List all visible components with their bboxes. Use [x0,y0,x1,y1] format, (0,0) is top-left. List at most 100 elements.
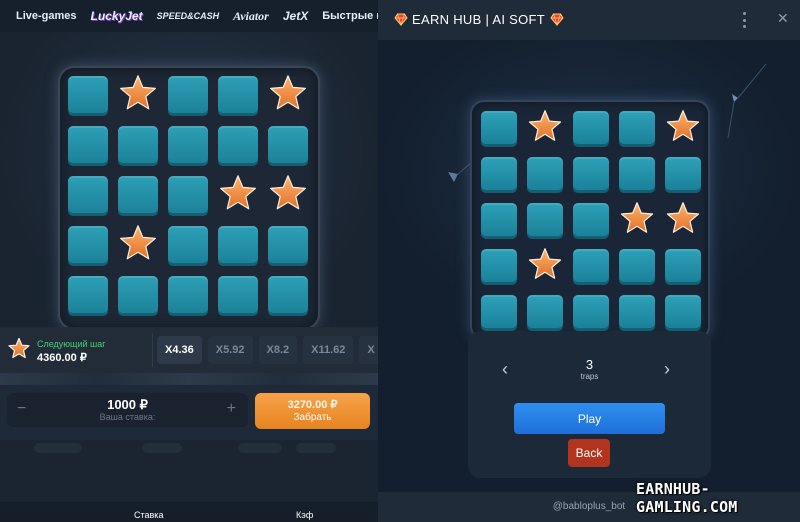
star-icon [219,174,257,218]
star-icon [119,74,157,118]
hidden-tile[interactable] [168,226,208,266]
hidden-tile[interactable] [268,226,308,266]
site-watermark: EARNHUB-GAMLING.COM [636,480,738,516]
nav-item-fast-games[interactable]: Быстрые игры [322,10,378,22]
heart-gem-icon [550,12,564,31]
hidden-tile[interactable] [573,203,609,239]
hidden-tile[interactable] [619,157,655,193]
revealed-star-tile[interactable] [268,74,308,118]
right-tile-grid [481,109,701,331]
hidden-tile[interactable] [68,126,108,166]
hidden-tile[interactable] [527,203,563,239]
hidden-tile[interactable] [218,126,258,166]
next-step-value: 4360.00 ₽ [37,352,87,364]
hidden-tile[interactable] [573,249,609,285]
right-bot-app: EARN HUB | AI SOFT ✕ ‹ 3 traps › Play Ba… [378,0,800,522]
multiplier-chip: X [359,336,378,364]
revealed-star-tile[interactable] [527,247,563,287]
multiplier-chip: X8.2 [258,336,298,364]
star-icon [666,201,700,241]
collect-button[interactable]: 3270.00 ₽ Забрать [255,393,370,429]
hidden-tile[interactable] [481,157,517,193]
hidden-tile[interactable] [268,126,308,166]
next-step-label: Следующий шаг [37,339,106,349]
hidden-tile[interactable] [68,176,108,216]
hidden-tile[interactable] [527,295,563,331]
star-icon [620,201,654,241]
hidden-tile[interactable] [218,276,258,316]
bet-panel: − 1000 ₽ Ваша ставка: + 3270.00 ₽ Забрат… [0,385,378,440]
hidden-tile[interactable] [168,176,208,216]
revealed-star-tile[interactable] [118,74,158,118]
close-icon[interactable]: ✕ [777,10,789,27]
hidden-tile[interactable] [481,203,517,239]
hidden-tile[interactable] [619,249,655,285]
hidden-tile[interactable] [665,157,701,193]
nav-item-jetx[interactable]: JetX [283,9,308,23]
hidden-tile[interactable] [68,276,108,316]
next-step-bar: Следующий шаг 4360.00 ₽ X4.36 X5.92 X8.2 X1… [0,327,378,373]
play-button[interactable]: Play [514,403,665,434]
hidden-tile[interactable] [481,249,517,285]
nav-item-aviator[interactable]: Aviator [233,9,269,24]
nav-item-luckyjet[interactable]: LuckyJet [91,9,143,23]
revealed-star-tile[interactable] [527,109,563,147]
bet-input[interactable]: − 1000 ₽ Ваша ставка: + [7,393,248,427]
traps-count: 3 [585,357,594,372]
hidden-tile[interactable] [218,76,258,116]
placeholder-pill [34,443,82,453]
hidden-tile[interactable] [168,76,208,116]
left-game-area [0,32,378,332]
more-menu-icon[interactable] [740,12,748,28]
app-title: EARN HUB | AI SOFT [412,12,546,27]
left-game-app: Live-games LuckyJet SPEED&CASH Aviator J… [0,0,378,522]
hidden-tile[interactable] [218,226,258,266]
hidden-tile[interactable] [118,176,158,216]
star-icon [528,247,562,287]
revealed-star-tile[interactable] [118,224,158,266]
left-tile-grid [68,74,308,316]
heart-gem-icon [394,12,408,31]
bet-label: Ваша ставка: [99,412,156,422]
hidden-tile[interactable] [573,295,609,331]
collect-label: Забрать [293,412,332,423]
hidden-tile[interactable] [118,126,158,166]
revealed-star-tile[interactable] [665,109,701,149]
hidden-tile[interactable] [619,111,655,147]
hidden-tile[interactable] [68,76,108,116]
revealed-star-tile[interactable] [619,201,655,241]
back-button[interactable]: Back [568,439,610,467]
hidden-tile[interactable] [619,295,655,331]
hidden-tile[interactable] [665,249,701,285]
bet-plus-button[interactable]: + [227,400,236,418]
tab-bet[interactable]: Ставка [134,510,163,520]
hidden-tile[interactable] [481,111,517,147]
app-header: EARN HUB | AI SOFT ✕ [378,0,800,40]
hidden-tile[interactable] [527,157,563,193]
nav-item-live-games[interactable]: Live-games [16,10,77,22]
hidden-tile[interactable] [665,295,701,331]
star-icon [269,74,307,118]
nav-item-speed-cash[interactable]: SPEED&CASH [157,11,220,21]
placeholder-pill [142,443,182,453]
hidden-tile[interactable] [168,126,208,166]
revealed-star-tile[interactable] [665,201,701,241]
star-icon [666,109,700,149]
next-traps-button[interactable]: › [664,359,670,380]
decorative-shard [448,161,473,182]
hidden-tile[interactable] [481,295,517,331]
decorative-shard [727,63,767,139]
hidden-tile[interactable] [573,157,609,193]
hidden-tile[interactable] [168,276,208,316]
multiplier-chip: X11.62 [303,336,354,364]
revealed-star-tile[interactable] [268,174,308,216]
decorative-stripe [0,373,378,385]
left-lower-area [0,440,378,502]
hidden-tile[interactable] [268,276,308,316]
tab-coefficient[interactable]: Кэф [296,510,313,520]
hidden-tile[interactable] [68,226,108,266]
revealed-star-tile[interactable] [218,174,258,218]
placeholder-pill [238,443,282,453]
hidden-tile[interactable] [118,276,158,316]
hidden-tile[interactable] [573,111,609,147]
